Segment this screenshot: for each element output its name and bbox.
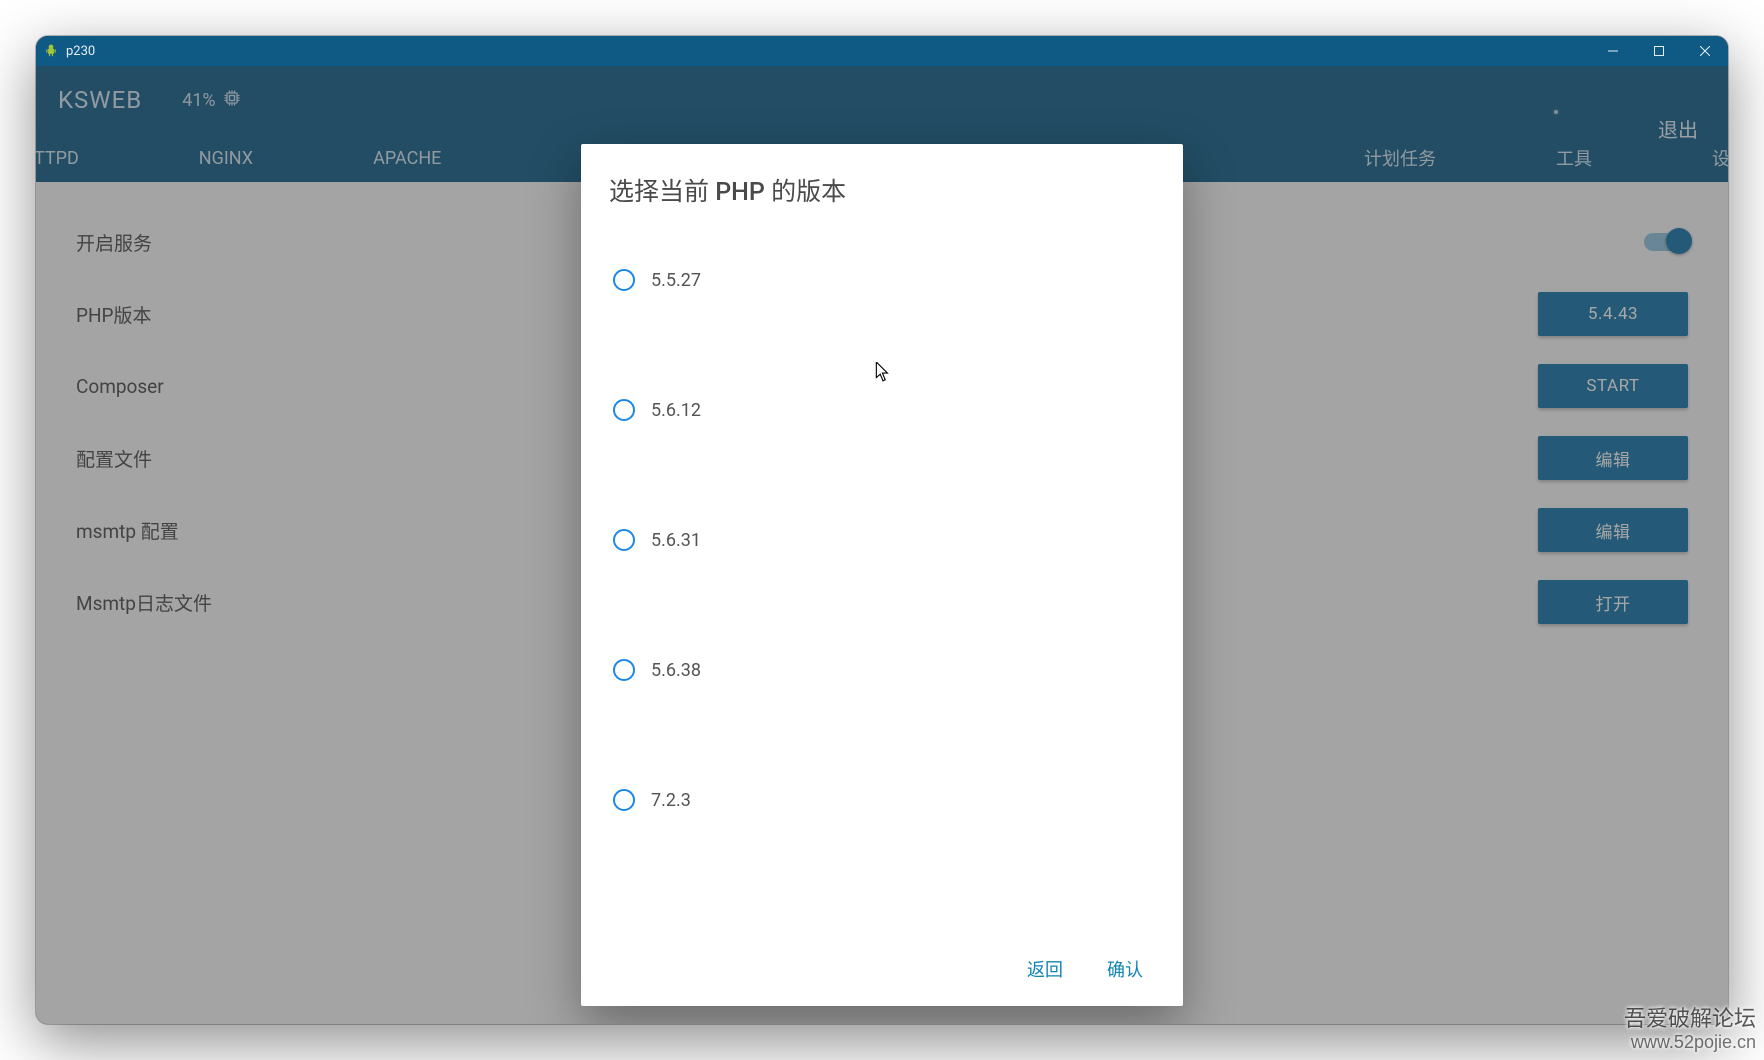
option-label: 5.6.31 (651, 530, 701, 551)
option-label: 7.2.3 (651, 790, 691, 811)
dialog-back-button[interactable]: 返回 (1027, 956, 1063, 982)
dialog-body: 5.5.27 5.6.12 5.6.31 5.6.38 7.2.3 (581, 222, 1183, 942)
titlebar: p230 (36, 36, 1728, 66)
option-label: 5.6.12 (651, 400, 701, 421)
android-icon (44, 44, 58, 58)
app-window: p230 KSWEB 41% (36, 36, 1728, 1024)
maximize-button[interactable] (1636, 36, 1682, 66)
php-option-7-2-3[interactable]: 7.2.3 (613, 752, 1151, 882)
radio-icon (613, 529, 635, 551)
minimize-button[interactable] (1590, 36, 1636, 66)
radio-icon (613, 789, 635, 811)
php-option-5-6-31[interactable]: 5.6.31 (613, 492, 1151, 622)
php-option-5-5-27[interactable]: 5.5.27 (613, 232, 1151, 362)
option-label: 5.5.27 (651, 270, 701, 291)
dialog-actions: 返回 确认 (581, 942, 1183, 1006)
close-button[interactable] (1682, 36, 1728, 66)
window-title: p230 (66, 44, 95, 59)
radio-icon (613, 399, 635, 421)
radio-icon (613, 659, 635, 681)
php-option-5-6-12[interactable]: 5.6.12 (613, 362, 1151, 492)
window-controls (1590, 36, 1728, 66)
watermark-line2: www.52pojie.cn (1624, 1032, 1756, 1054)
php-version-dialog: 选择当前 PHP 的版本 5.5.27 5.6.12 5.6.31 5.6.38… (581, 144, 1183, 1006)
dialog-title: 选择当前 PHP 的版本 (581, 144, 1183, 222)
option-label: 5.6.38 (651, 660, 701, 681)
radio-icon (613, 269, 635, 291)
dialog-confirm-button[interactable]: 确认 (1107, 956, 1143, 982)
php-option-5-6-38[interactable]: 5.6.38 (613, 622, 1151, 752)
